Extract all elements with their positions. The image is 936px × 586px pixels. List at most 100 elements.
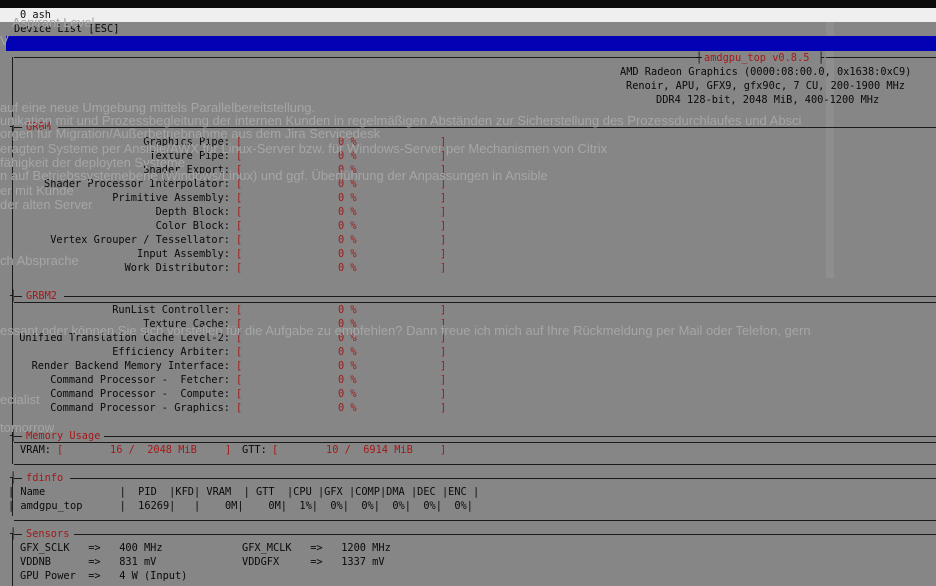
grbm2-row-label: Texture Cache:	[143, 318, 230, 330]
gtt-label: GTT:	[242, 444, 267, 456]
bar-left-bracket: [	[236, 360, 243, 372]
grbm-row-value: 0 %	[338, 178, 357, 190]
grbm-row-label: Depth Block:	[155, 206, 230, 218]
grbm2-row-value: 0 %	[338, 374, 357, 386]
box-border-line	[12, 57, 13, 117]
memory-title: Memory Usage	[26, 430, 101, 442]
grbm2-row-value: 0 %	[338, 388, 357, 400]
box-border-line	[12, 436, 13, 464]
sensors-title: Sensors	[26, 528, 70, 540]
bar-left-bracket: [	[236, 346, 243, 358]
bar-left-bracket: [	[236, 136, 243, 148]
vram-value: 16 / 2048 MiB	[110, 444, 197, 456]
bar-right-bracket: ]	[440, 220, 447, 232]
terminal-tab-bar: 0 ash	[0, 8, 936, 22]
box-border-line	[58, 127, 936, 128]
bar-right-bracket: ]	[440, 402, 447, 414]
box-border-line	[64, 296, 936, 297]
bar-left-bracket: [	[236, 164, 243, 176]
box-corner: ├	[818, 52, 825, 64]
sensor-reading: VDDNB => 831 mV	[20, 556, 157, 568]
bar-left-bracket: [	[236, 206, 243, 218]
grbm2-row-value: 0 %	[338, 332, 357, 344]
bar-left-bracket: [	[236, 248, 243, 260]
bar-left-bracket: [	[236, 150, 243, 162]
grbm-row-value: 0 %	[338, 220, 357, 232]
grbm2-row-label: RunList Controller:	[112, 304, 230, 316]
vram-label: VRAM:	[20, 444, 51, 456]
bar-right-bracket: ]	[440, 136, 447, 148]
bar-right-bracket: ]	[440, 444, 447, 456]
sensor-reading: GFX_SCLK => 400 MHz	[20, 542, 163, 554]
bar-right-bracket: ]	[440, 178, 447, 190]
bar-right-bracket: ]	[440, 150, 447, 162]
bar-right-bracket: ]	[440, 318, 447, 330]
bar-left-bracket: [	[236, 220, 243, 232]
grbm-row-value: 0 %	[338, 136, 357, 148]
gtt-value: 10 / 6914 MiB	[326, 444, 413, 456]
grbm-row-value: 0 %	[338, 164, 357, 176]
scrollbar-track[interactable]	[826, 22, 834, 278]
bar-right-bracket: ]	[440, 304, 447, 316]
grbm-row-value: 0 %	[338, 150, 357, 162]
bar-left-bracket: [	[236, 304, 243, 316]
bar-left-bracket: [	[236, 402, 243, 414]
terminal-window[interactable]: Device List [ESC] amdgpu_top v0.8.5 ┤ ├ AMD…	[0, 22, 936, 586]
bar-left-bracket: [	[236, 318, 243, 330]
bar-left-bracket: [	[236, 192, 243, 204]
fdinfo-table-header: | Name | PID |KFD| VRAM | GTT |CPU |GFX …	[8, 486, 480, 498]
terminal-tab[interactable]: 0 ash	[20, 9, 51, 21]
box-border-line	[826, 57, 936, 58]
grbm-row-label: Graphics Pipe:	[143, 136, 230, 148]
device-list-button[interactable]: Device List [ESC]	[14, 22, 119, 36]
grbm-row-label: Vertex Grouper / Tessellator:	[50, 234, 230, 246]
bar-right-bracket: ]	[440, 360, 447, 372]
grbm-row-label: Shader Processor Interpolator:	[44, 178, 230, 190]
bar-right-bracket: ]	[440, 234, 447, 246]
box-border-line	[12, 534, 13, 586]
grbm-row-value: 0 %	[338, 234, 357, 246]
grbm-title: GRBM	[26, 121, 51, 133]
grbm-row-value: 0 %	[338, 248, 357, 260]
grbm-row-label: Shader Export:	[143, 164, 230, 176]
gpu-memory-info: DDR4 128-bit, 2048 MiB, 400-1200 MHz	[656, 94, 880, 106]
grbm2-row-value: 0 %	[338, 360, 357, 372]
gpu-name: AMD Radeon Graphics (0000:08:00.0, 0x163…	[620, 66, 912, 78]
bar-left-bracket: [	[57, 444, 64, 456]
window-top-strip	[0, 0, 936, 8]
bar-left-bracket: [	[236, 234, 243, 246]
sensor-reading: GPU Power => 4 W (Input)	[20, 570, 188, 582]
grbm-row-label: Work Distributor:	[124, 262, 230, 274]
bar-right-bracket: ]	[440, 332, 447, 344]
sensor-reading: GFX_MCLK => 1200 MHz	[242, 542, 391, 554]
bar-left-bracket: [	[236, 332, 243, 344]
bar-left-bracket: [	[236, 262, 243, 274]
tab-number: 0	[20, 9, 27, 21]
grbm2-row-label: Command Processor - Graphics:	[50, 402, 230, 414]
grbm2-row-label: Command Processor - Fetcher:	[50, 374, 230, 386]
grbm2-row-value: 0 %	[338, 402, 357, 414]
grbm2-row-label: Render Backend Memory Interface:	[31, 360, 230, 372]
bar-left-bracket: [	[236, 388, 243, 400]
box-border-line	[70, 478, 936, 479]
bar-right-bracket: ]	[440, 262, 447, 274]
grbm-row-label: Color Block:	[155, 220, 230, 232]
grbm2-row-value: 0 %	[338, 304, 357, 316]
grbm-row-label: Texture Pipe:	[149, 150, 230, 162]
section-corner: ┤	[10, 121, 17, 133]
bar-right-bracket: ]	[440, 164, 447, 176]
bar-right-bracket: ]	[440, 248, 447, 260]
bar-right-bracket: ]	[440, 346, 447, 358]
grbm-row-value: 0 %	[338, 192, 357, 204]
section-corner: ┤	[10, 472, 17, 484]
bar-right-bracket: ]	[440, 206, 447, 218]
grbm-row-label: Primitive Assembly:	[112, 192, 230, 204]
grbm2-row-label: Unified Translation Cache Level-2:	[19, 332, 230, 344]
box-corner: ┤	[696, 52, 703, 64]
section-corner: ┤	[10, 430, 17, 442]
section-corner: ┤	[10, 528, 17, 540]
bar-right-bracket: ]	[225, 444, 232, 456]
bar-left-bracket: [	[236, 178, 243, 190]
grbm2-row-label: Command Processor - Compute:	[50, 388, 230, 400]
grbm-row-value: 0 %	[338, 206, 357, 218]
